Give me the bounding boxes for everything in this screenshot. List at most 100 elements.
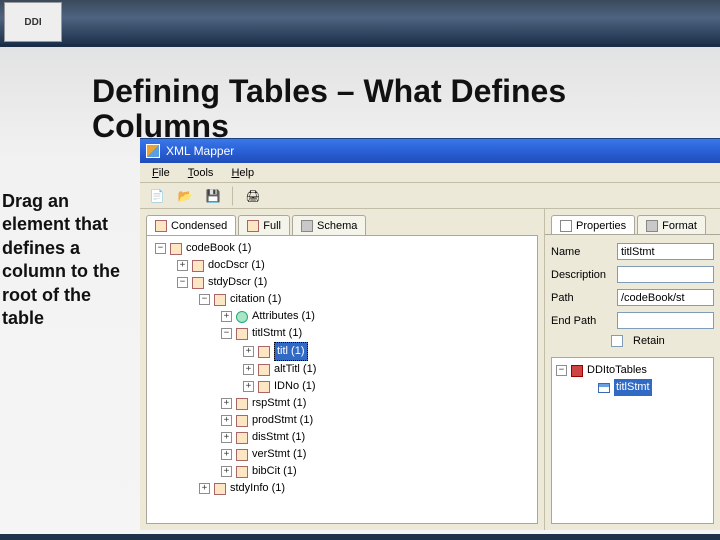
retain-checkbox[interactable] xyxy=(611,335,623,347)
expand-icon[interactable]: + xyxy=(243,381,254,392)
tree-connector xyxy=(582,382,594,394)
menu-tools[interactable]: Tools xyxy=(180,165,222,181)
tree-node[interactable]: citation (1) xyxy=(230,291,281,308)
element-icon xyxy=(192,260,204,272)
expand-icon[interactable]: + xyxy=(199,483,210,494)
tab-label: Format xyxy=(662,220,697,232)
save-button[interactable]: 💾 xyxy=(202,186,224,206)
tab-condensed[interactable]: Condensed xyxy=(146,215,236,235)
map-tree[interactable]: − DDItoTables titlStmt xyxy=(551,357,714,524)
element-icon xyxy=(236,466,248,478)
properties-icon xyxy=(560,220,572,232)
slide-footer xyxy=(0,534,720,540)
map-table-selected[interactable]: titlStmt xyxy=(614,379,652,396)
tree-node[interactable]: verStmt (1) xyxy=(252,446,306,463)
format-icon xyxy=(646,220,658,232)
retain-label: Retain xyxy=(633,335,665,347)
tab-label: Schema xyxy=(317,220,357,232)
tab-full[interactable]: Full xyxy=(238,215,290,235)
map-root[interactable]: DDItoTables xyxy=(587,362,647,379)
element-icon xyxy=(258,346,270,358)
tree-node[interactable]: disStmt (1) xyxy=(252,429,305,446)
tree-node[interactable]: altTitl (1) xyxy=(274,361,316,378)
tab-format[interactable]: Format xyxy=(637,215,706,235)
left-tabstrip: Condensed Full Schema xyxy=(140,209,544,235)
expand-icon[interactable]: − xyxy=(155,243,166,254)
path-field[interactable]: /codeBook/st xyxy=(617,289,714,306)
element-icon xyxy=(236,415,248,427)
endpath-field[interactable] xyxy=(617,312,714,329)
element-icon xyxy=(214,294,226,306)
titlebar[interactable]: XML Mapper xyxy=(140,139,720,163)
instruction-text: Drag an element that defines a column to… xyxy=(0,190,136,330)
tab-schema[interactable]: Schema xyxy=(292,215,366,235)
tab-properties[interactable]: Properties xyxy=(551,215,635,235)
slide-header: DDI xyxy=(0,0,720,44)
database-icon xyxy=(571,365,583,377)
left-pane: Condensed Full Schema − codeBook (1) + doc… xyxy=(140,209,544,530)
element-icon xyxy=(192,277,204,289)
element-icon xyxy=(236,432,248,444)
element-icon xyxy=(236,449,248,461)
tree-node[interactable]: rspStmt (1) xyxy=(252,395,306,412)
tree-node[interactable]: Attributes (1) xyxy=(252,308,315,325)
menu-help[interactable]: Help xyxy=(223,165,262,181)
name-field[interactable]: titlStmt xyxy=(617,243,714,260)
app-window: XML Mapper File Tools Help 📄 📂 💾 🖨 Conde… xyxy=(140,138,720,530)
path-label: Path xyxy=(551,292,611,304)
tab-label: Full xyxy=(263,220,281,232)
tree-node[interactable]: IDNo (1) xyxy=(274,378,316,395)
separator xyxy=(232,186,234,206)
tree-node[interactable]: prodStmt (1) xyxy=(252,412,313,429)
description-label: Description xyxy=(551,269,611,281)
open-button[interactable]: 📂 xyxy=(174,186,196,206)
attributes-icon xyxy=(236,311,248,323)
expand-icon[interactable]: + xyxy=(221,398,232,409)
tree-node[interactable]: bibCit (1) xyxy=(252,463,297,480)
properties-panel: Name titlStmt Description Path /codeBook… xyxy=(545,234,720,353)
app-icon xyxy=(146,144,160,158)
schema-icon xyxy=(301,220,313,232)
menu-file[interactable]: File xyxy=(144,165,178,181)
element-icon xyxy=(214,483,226,495)
expand-icon[interactable]: − xyxy=(177,277,188,288)
expand-icon[interactable]: − xyxy=(556,365,567,376)
toolbar: 📄 📂 💾 🖨 xyxy=(140,183,720,209)
right-tabstrip: Properties Format xyxy=(545,209,720,235)
description-field[interactable] xyxy=(617,266,714,283)
element-icon xyxy=(170,243,182,255)
element-icon xyxy=(258,364,270,376)
expand-icon[interactable]: + xyxy=(221,449,232,460)
tree-icon xyxy=(155,220,167,232)
expand-icon[interactable]: − xyxy=(221,328,232,339)
element-icon xyxy=(258,381,270,393)
print-button[interactable]: 🖨 xyxy=(242,186,264,206)
expand-icon[interactable]: + xyxy=(177,260,188,271)
tree-node[interactable]: docDscr (1) xyxy=(208,257,265,274)
expand-icon[interactable]: + xyxy=(243,346,254,357)
expand-icon[interactable]: + xyxy=(221,311,232,322)
expand-icon[interactable]: + xyxy=(221,415,232,426)
right-pane: Properties Format Name titlStmt Descript… xyxy=(544,209,720,530)
tree-node[interactable]: titlStmt (1) xyxy=(252,325,302,342)
new-button[interactable]: 📄 xyxy=(146,186,168,206)
expand-icon[interactable]: − xyxy=(199,294,210,305)
element-icon xyxy=(236,398,248,410)
tree-icon xyxy=(247,220,259,232)
expand-icon[interactable]: + xyxy=(221,466,232,477)
element-icon xyxy=(236,328,248,340)
tree-node[interactable]: codeBook (1) xyxy=(186,240,251,257)
menubar: File Tools Help xyxy=(140,163,720,183)
expand-icon[interactable]: + xyxy=(221,432,232,443)
tree-area[interactable]: − codeBook (1) + docDscr (1) − stdyDscr (1)… xyxy=(146,235,538,524)
logo: DDI xyxy=(4,2,62,42)
window-title: XML Mapper xyxy=(166,144,234,158)
tab-label: Properties xyxy=(576,220,626,232)
name-label: Name xyxy=(551,246,611,258)
endpath-label: End Path xyxy=(551,315,611,327)
tree-node-dragging[interactable]: titl (1) xyxy=(274,342,308,361)
tree-node[interactable]: stdyInfo (1) xyxy=(230,480,285,497)
expand-icon[interactable]: + xyxy=(243,364,254,375)
tree-node[interactable]: stdyDscr (1) xyxy=(208,274,267,291)
tab-label: Condensed xyxy=(171,220,227,232)
